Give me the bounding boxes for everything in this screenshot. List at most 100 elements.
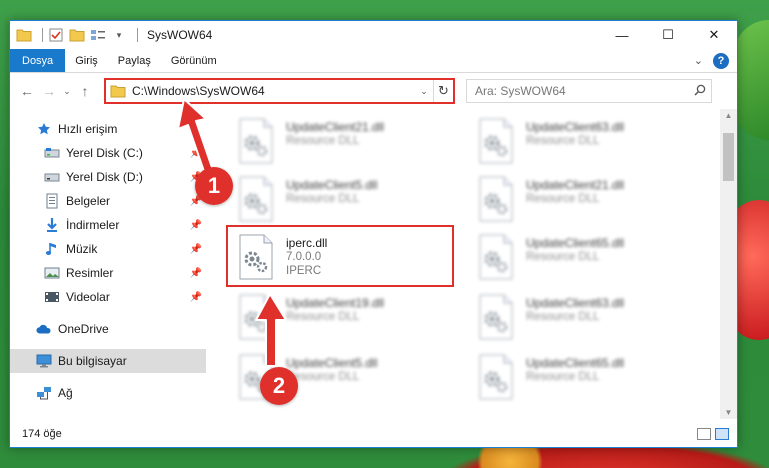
file-description: Resource DLL xyxy=(286,193,360,205)
sidebar-item-label: Videolar xyxy=(66,290,110,304)
pin-icon[interactable]: 📌 xyxy=(190,292,202,303)
file-name: UpdateClient21.dll xyxy=(286,120,385,134)
dll-file-icon xyxy=(472,117,520,165)
file-item[interactable]: UpdateClient63.dll Resource DLL xyxy=(468,113,688,171)
download-icon xyxy=(44,217,60,233)
file-name: UpdateClient63.dll xyxy=(526,120,625,134)
file-description: Resource DLL xyxy=(526,251,600,263)
file-item[interactable]: UpdateClient21.dll Resource DLL xyxy=(228,113,448,171)
maximize-button[interactable]: ☐ xyxy=(645,21,691,49)
music-icon xyxy=(44,241,60,257)
sidebar-item-videos[interactable]: Videolar 📌 xyxy=(10,285,206,309)
sidebar-item-downloads[interactable]: İndirmeler 📌 xyxy=(10,213,206,237)
tab-share[interactable]: Paylaş xyxy=(108,49,161,72)
file-name: UpdateClient65.dll xyxy=(526,356,625,370)
file-name: UpdateClient63.dll xyxy=(526,296,625,310)
folder-icon xyxy=(110,85,126,98)
sidebar-item-label: Bu bilgisayar xyxy=(58,354,127,368)
file-description: Resource DLL xyxy=(526,193,600,205)
sidebar-item-label: Müzik xyxy=(66,242,98,256)
expand-ribbon-icon[interactable]: ⌄ xyxy=(694,54,703,67)
sidebar-item-onedrive[interactable]: OneDrive xyxy=(10,317,206,341)
file-description: Resource DLL xyxy=(286,311,360,323)
callout-arrow-2 xyxy=(255,293,287,367)
address-bar[interactable]: C:\Windows\SysWOW64 ⌄ ↻ xyxy=(104,78,455,104)
address-row: ← → ⌄ ↑ C:\Windows\SysWOW64 ⌄ ↻ Ara: Sys… xyxy=(10,73,737,109)
scroll-down-icon[interactable]: ▼ xyxy=(720,408,737,417)
sidebar-item-pictures[interactable]: Resimler 📌 xyxy=(10,261,206,285)
file-item[interactable]: UpdateClient5.dll Resource DLL xyxy=(228,171,448,229)
file-description: Resource DLL xyxy=(286,135,360,147)
tab-home[interactable]: Giriş xyxy=(65,49,108,72)
sidebar-item-label: İndirmeler xyxy=(66,218,120,232)
search-placeholder: Ara: SysWOW64 xyxy=(475,84,566,98)
file-name: UpdateClient65.dll xyxy=(526,236,625,250)
tab-view[interactable]: Görünüm xyxy=(161,49,227,72)
refresh-icon[interactable]: ↻ xyxy=(433,80,453,102)
highlight-box xyxy=(226,225,454,287)
file-item[interactable]: UpdateClient63.dll Resource DLL xyxy=(468,289,688,347)
folder-icon xyxy=(16,27,32,43)
pin-icon[interactable]: 📌 xyxy=(190,268,202,279)
vertical-scrollbar[interactable]: ▲ ▼ xyxy=(720,109,737,419)
scroll-up-icon[interactable]: ▲ xyxy=(720,111,737,120)
details-view-icon[interactable] xyxy=(697,428,711,440)
sidebar-item-network[interactable]: Ağ xyxy=(10,381,206,405)
sidebar-item-label: Ağ xyxy=(58,386,73,400)
status-bar: 174 öğe xyxy=(10,421,737,447)
ribbon-tabs: Dosya Giriş Paylaş Görünüm ⌄ ? xyxy=(10,49,737,73)
sidebar-item-label: Yerel Disk (C:) xyxy=(66,146,143,160)
back-arrow-icon[interactable]: ← xyxy=(16,83,38,99)
new-folder-icon[interactable] xyxy=(69,27,85,43)
scrollbar-thumb[interactable] xyxy=(723,133,734,181)
customize-dropdown-icon[interactable]: ▾ xyxy=(111,27,127,43)
tiles-view-icon[interactable] xyxy=(715,428,729,440)
computer-icon xyxy=(36,353,52,369)
file-name: UpdateClient19.dll xyxy=(286,296,385,310)
file-description: Resource DLL xyxy=(526,311,600,323)
video-icon xyxy=(44,289,60,305)
tab-file[interactable]: Dosya xyxy=(10,49,66,72)
file-item[interactable]: UpdateClient65.dll Resource DLL xyxy=(468,229,688,287)
callout-badge-1: 1 xyxy=(195,167,233,205)
network-icon xyxy=(36,385,52,401)
search-input[interactable]: Ara: SysWOW64 xyxy=(466,79,712,103)
up-arrow-icon[interactable]: ↑ xyxy=(74,83,96,99)
sidebar-item-label: Yerel Disk (D:) xyxy=(66,170,143,184)
close-button[interactable]: ✕ xyxy=(691,21,737,49)
properties-icon[interactable] xyxy=(48,27,64,43)
item-count: 174 öğe xyxy=(22,428,62,440)
cloud-icon xyxy=(36,321,52,337)
documents-icon xyxy=(44,193,60,209)
view-options-icon[interactable] xyxy=(90,27,106,43)
sidebar-item-this-pc[interactable]: Bu bilgisayar xyxy=(10,349,206,373)
dll-file-icon xyxy=(472,293,520,341)
help-icon[interactable]: ? xyxy=(713,52,729,69)
address-dropdown-icon[interactable]: ⌄ xyxy=(415,86,433,97)
window-title: SysWOW64 xyxy=(147,28,213,42)
sidebar-item-label: OneDrive xyxy=(58,322,109,336)
file-name: UpdateClient21.dll xyxy=(526,178,625,192)
sidebar-item-label: Resimler xyxy=(66,266,114,280)
sidebar-item-music[interactable]: Müzik 📌 xyxy=(10,237,206,261)
pin-icon[interactable]: 📌 xyxy=(190,220,202,231)
minimize-button[interactable]: — xyxy=(599,21,645,49)
pin-icon[interactable]: 📌 xyxy=(190,244,202,255)
file-description: Resource DLL xyxy=(286,371,360,383)
dll-file-icon xyxy=(472,233,520,281)
search-icon[interactable] xyxy=(689,84,711,99)
drive-icon xyxy=(44,169,60,185)
sidebar-item-label: Hızlı erişim xyxy=(58,122,118,136)
star-icon xyxy=(36,121,52,137)
dll-file-icon xyxy=(472,353,520,401)
dll-file-icon xyxy=(472,175,520,223)
file-description: Resource DLL xyxy=(526,135,600,147)
file-name: UpdateClient5.dll xyxy=(286,178,378,192)
forward-arrow-icon[interactable]: → xyxy=(38,83,60,99)
file-item[interactable]: UpdateClient21.dll Resource DLL xyxy=(468,171,688,229)
title-bar: ▾ SysWOW64 — ☐ ✕ xyxy=(10,21,737,49)
recent-locations-icon[interactable]: ⌄ xyxy=(60,86,74,97)
explorer-window: ▾ SysWOW64 — ☐ ✕ Dosya Giriş Paylaş Görü… xyxy=(9,20,738,448)
file-name: UpdateClient5.dll xyxy=(286,356,378,370)
file-item[interactable]: UpdateClient65.dll Resource DLL xyxy=(468,349,688,407)
